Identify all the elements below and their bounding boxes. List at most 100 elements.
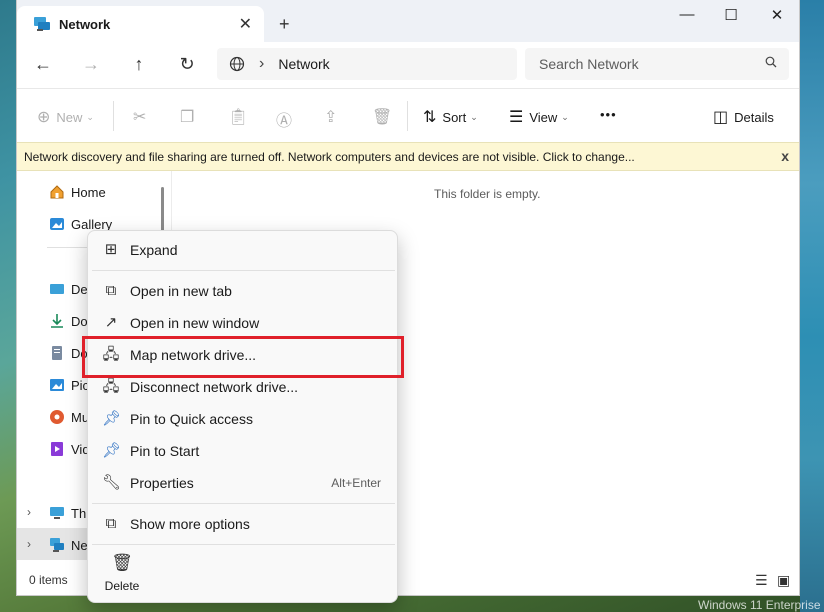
back-button[interactable]: ← <box>31 54 55 75</box>
search-placeholder: Search Network <box>539 56 639 72</box>
home-icon <box>49 184 65 200</box>
menu-item-label: Pin to Quick access <box>130 411 253 427</box>
copy-icon[interactable]: ❐ <box>180 107 200 127</box>
view-icon: ☰ <box>509 109 524 126</box>
expand-icon: ⊞ <box>104 241 118 258</box>
open-new-tab-icon: ⧉ <box>105 282 117 299</box>
more-options-button[interactable]: ••• <box>600 107 617 122</box>
trash-icon: 🗑︎ <box>111 553 133 572</box>
new-tab-button[interactable]: + <box>279 14 290 35</box>
navigation-bar: ← → ↑ ↻ › Network Search Network <box>17 42 799 88</box>
maximize-button[interactable]: ☐ <box>721 6 741 24</box>
menu-item-properties[interactable]: 🔧︎ Properties Alt+Enter <box>88 468 397 498</box>
forward-button[interactable]: → <box>79 54 103 75</box>
command-bar: ⊕ New ⌄ ✂ ❐ 📋︎ Ⓐ ⇪ 🗑︎ ⇅ Sort ⌄ ☰ View ⌄ … <box>17 88 799 142</box>
sidebar-item-this-pc[interactable]: Thi <box>49 502 89 524</box>
properties-shortcut: Alt+Enter <box>331 476 381 490</box>
context-menu: ⊞ Expand ⧉ Open in new tab ↗ Open in new… <box>87 230 398 603</box>
view-label: View <box>529 109 558 125</box>
menu-item-label: Disconnect network drive... <box>130 379 299 395</box>
documents-icon <box>49 345 65 361</box>
music-icon <box>49 409 65 425</box>
sidebar-item-downloads[interactable]: Do <box>49 310 88 332</box>
new-button[interactable]: ⊕ New ⌄ <box>37 107 94 127</box>
toolbar-divider <box>113 101 114 131</box>
delete-icon[interactable]: 🗑︎ <box>372 107 398 127</box>
menu-item-pin-start[interactable]: 📌︎ Pin to Start <box>88 436 397 466</box>
menu-item-open-new-window[interactable]: ↗ Open in new window <box>88 308 397 338</box>
delete-label: Delete <box>104 579 140 593</box>
globe-icon <box>229 56 245 72</box>
downloads-icon <box>49 313 65 329</box>
sort-label: Sort <box>442 109 467 125</box>
gallery-icon <box>49 216 65 232</box>
infobar-close-icon[interactable]: x <box>781 148 789 164</box>
tab-network[interactable]: Network ✕ <box>17 6 264 42</box>
title-bar: Network ✕ + — ☐ ✕ <box>17 0 799 42</box>
disconnect-drive-icon: 🖧︎ <box>102 378 120 395</box>
paste-icon[interactable]: 📋︎ <box>228 107 254 127</box>
pin-icon: 📌︎ <box>102 410 122 427</box>
menu-separator <box>92 503 395 504</box>
details-view-icon[interactable]: ☰ <box>755 572 768 589</box>
search-icon <box>765 56 777 71</box>
sidebar-item-music[interactable]: Mu <box>49 406 89 428</box>
tab-close-icon[interactable]: ✕ <box>239 14 252 34</box>
sort-icon: ⇅ <box>423 109 437 126</box>
desktop-icon <box>49 281 65 297</box>
menu-item-open-new-tab[interactable]: ⧉ Open in new tab <box>88 276 397 306</box>
minimize-button[interactable]: — <box>677 6 697 23</box>
menu-item-label: Open in new tab <box>130 283 232 299</box>
rename-icon[interactable]: Ⓐ <box>276 107 298 131</box>
address-chevron-icon: › <box>259 55 265 72</box>
details-pane-icon: ◫ <box>713 109 729 126</box>
wrench-icon: 🔧︎ <box>102 474 122 491</box>
expand-chevron-icon[interactable]: › <box>27 537 31 551</box>
expand-chevron-icon[interactable]: › <box>27 505 31 519</box>
menu-separator <box>92 270 395 271</box>
details-button[interactable]: ◫ Details <box>713 107 774 127</box>
videos-icon <box>49 441 65 457</box>
menu-item-label: Properties <box>130 475 194 491</box>
annotation-highlight-box <box>82 336 404 378</box>
network-icon <box>33 16 51 32</box>
network-discovery-infobar[interactable]: Network discovery and file sharing are t… <box>17 142 799 171</box>
refresh-button[interactable]: ↻ <box>175 54 199 75</box>
sidebar-item-network[interactable]: Net <box>49 534 91 556</box>
toolbar-divider <box>407 101 408 131</box>
sidebar-item-home[interactable]: Home <box>49 181 106 203</box>
empty-folder-message: This folder is empty. <box>434 187 541 201</box>
network-icon <box>49 537 65 553</box>
new-label: New <box>56 109 83 125</box>
details-label: Details <box>734 109 774 125</box>
search-input[interactable]: Search Network <box>525 48 789 80</box>
up-button[interactable]: ↑ <box>127 54 151 75</box>
share-icon[interactable]: ⇪ <box>324 107 343 127</box>
desktop-background-strip <box>800 0 824 612</box>
delete-button[interactable]: 🗑︎ Delete <box>102 553 142 593</box>
sort-button[interactable]: ⇅ Sort ⌄ <box>423 107 478 127</box>
menu-item-label: Pin to Start <box>130 443 200 459</box>
menu-item-show-more-options[interactable]: ⧉ Show more options <box>88 509 397 539</box>
address-location[interactable]: Network <box>278 56 329 72</box>
menu-item-label: Open in new window <box>130 315 260 331</box>
infobar-message[interactable]: Network discovery and file sharing are t… <box>24 150 635 164</box>
menu-item-expand[interactable]: ⊞ Expand <box>88 235 397 265</box>
this-pc-icon <box>49 505 65 521</box>
menu-separator <box>92 544 395 545</box>
close-window-button[interactable]: ✕ <box>767 6 787 24</box>
sidebar-item-label: Do <box>71 313 88 329</box>
view-button[interactable]: ☰ View ⌄ <box>509 107 569 127</box>
cut-icon[interactable]: ✂ <box>133 107 152 127</box>
pictures-icon <box>49 377 65 393</box>
sidebar-item-videos[interactable]: Vid <box>49 438 90 460</box>
address-bar[interactable]: › Network <box>217 48 517 80</box>
tiles-view-icon[interactable]: ▣ <box>777 572 790 589</box>
menu-item-label: Show more options <box>130 516 250 532</box>
open-new-window-icon: ↗ <box>104 314 118 331</box>
item-count: 0 items <box>29 573 68 587</box>
menu-item-pin-quick-access[interactable]: 📌︎ Pin to Quick access <box>88 404 397 434</box>
menu-item-label: Expand <box>130 242 178 258</box>
show-more-icon: ⧉ <box>105 515 117 532</box>
windows-watermark: Windows 11 Enterprise <box>698 598 821 612</box>
